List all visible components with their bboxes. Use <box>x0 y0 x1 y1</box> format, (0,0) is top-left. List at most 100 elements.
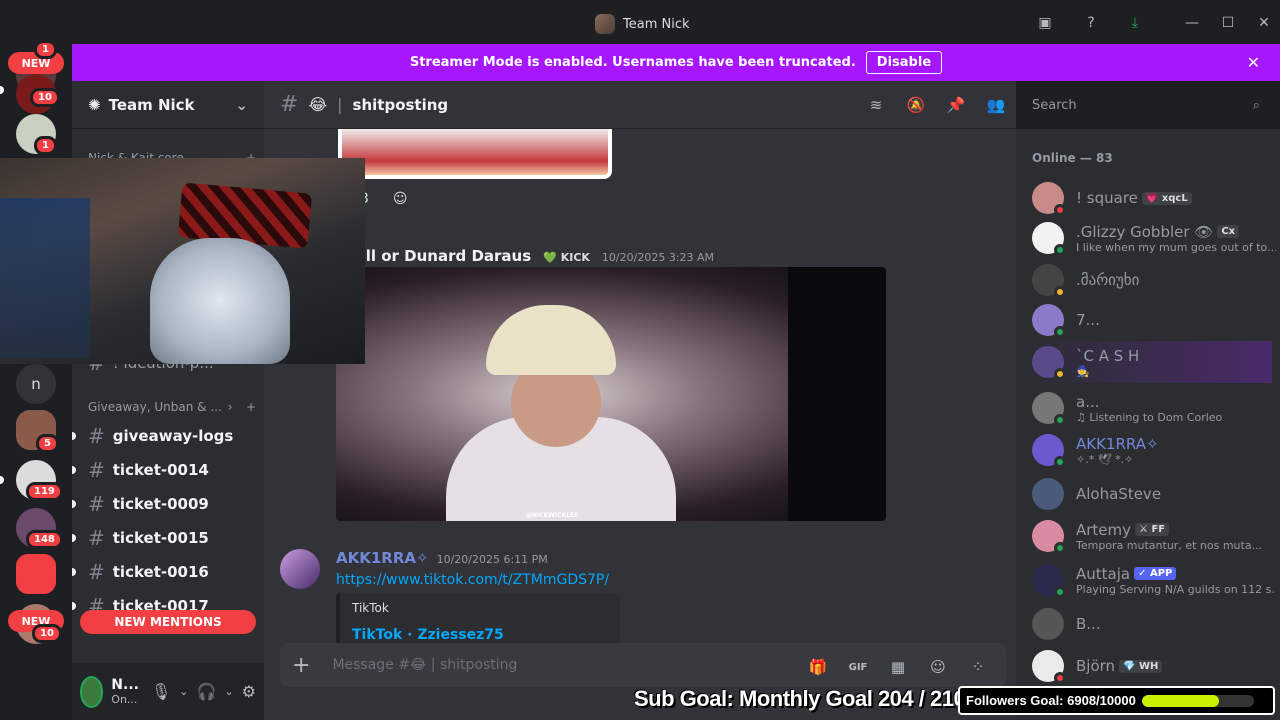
gift-icon[interactable]: 🎁 <box>808 658 828 676</box>
maximize-icon[interactable]: ☐ <box>1218 14 1238 32</box>
kick-tag: 💚 KICK <box>543 251 590 264</box>
member-item[interactable]: `C A S H 🧙 <box>1024 341 1272 383</box>
member-item[interactable]: Artemy ⚔ FF Tempora mutantur, et nos muta.… <box>1024 515 1272 557</box>
emoji-icon[interactable]: ☺ <box>928 658 948 676</box>
sub-goal-overlay: Sub Goal: Monthly Goal 204 / 210 <box>634 686 966 711</box>
member-item[interactable]: .მარიუხი <box>1024 259 1272 301</box>
channel-item-giveaway-logs[interactable]: # giveaway-logs <box>72 420 256 452</box>
server-icon-initial[interactable]: n <box>16 364 56 404</box>
reaction-bar[interactable]: 3 ☺ <box>360 191 408 207</box>
avatar[interactable] <box>1032 564 1066 598</box>
settings-gear-icon[interactable]: ⚙ <box>242 682 256 701</box>
avatar[interactable] <box>1032 608 1064 640</box>
member-name: Auttaja <box>1076 564 1131 583</box>
channel-item-ticket-0016[interactable]: # ticket-0016 <box>72 556 256 588</box>
avatar[interactable] <box>1032 392 1066 426</box>
microphone-icon[interactable]: 🎙 <box>151 682 171 701</box>
threads-icon[interactable]: ≋ <box>866 96 886 114</box>
disable-streamer-button[interactable]: Disable <box>865 51 943 74</box>
gif-icon[interactable]: GIF <box>848 658 868 676</box>
message-header: chell or Dunard Daraus 💚 KICK 10/20/2025… <box>336 247 714 265</box>
help-icon[interactable]: ? <box>1081 14 1101 32</box>
server-icon[interactable] <box>16 554 56 594</box>
user-avatar[interactable] <box>80 675 104 708</box>
new-mentions-pill[interactable]: NEW MENTIONS <box>80 610 256 634</box>
member-item[interactable]: .Glizzy Gobbler 👁 Cx I like when my mum go… <box>1024 217 1276 259</box>
message-timestamp: 10/20/2025 6:11 PM <box>436 553 548 566</box>
close-window-icon[interactable]: ✕ <box>1254 14 1274 32</box>
embed-provider: TikTok <box>352 601 389 615</box>
notifications-muted-icon[interactable]: 🔕 <box>906 96 926 114</box>
search-input[interactable]: Search ⌕ <box>1024 90 1268 120</box>
minimize-icon[interactable]: — <box>1182 14 1202 32</box>
message-author[interactable]: chell or Dunard Daraus <box>336 247 531 265</box>
member-item[interactable]: a... ♫ Listening to Dom Corleo <box>1024 387 1272 429</box>
status-indicator-icon <box>1054 542 1066 554</box>
channel-item-ticket-0009[interactable]: # ticket-0009 <box>72 488 256 520</box>
member-item[interactable]: Björn 💎 WH <box>1024 645 1272 687</box>
window-title: Team Nick <box>595 14 690 34</box>
channel-header: # 😂 | shitposting <box>264 81 1016 129</box>
embed-title[interactable]: TikTok · Zziessez75 <box>352 627 608 643</box>
avatar[interactable] <box>1032 520 1066 554</box>
member-item[interactable]: AKK1RRA✧ ✧.* 🕊 *.✧ <box>1024 429 1272 471</box>
status-indicator-icon <box>1054 244 1066 256</box>
avatar[interactable] <box>1032 346 1066 380</box>
avatar[interactable] <box>1032 222 1066 256</box>
chevron-down-icon[interactable]: ⌄ <box>179 685 188 698</box>
image-attachment[interactable] <box>338 129 612 179</box>
user-status: On... <box>111 693 138 706</box>
channel-item-ticket-0014[interactable]: # ticket-0014 <box>72 454 256 486</box>
category-header[interactable]: Giveaway, Unban & ... › + <box>88 400 256 414</box>
member-name: Artemy <box>1076 520 1132 539</box>
avatar[interactable] <box>1032 264 1066 298</box>
unread-badge: 10 <box>32 624 62 643</box>
unread-badge: 1 <box>34 40 57 59</box>
avatar[interactable] <box>1032 434 1066 468</box>
member-tag: 💎 WH <box>1119 659 1163 673</box>
unread-badge: 148 <box>26 530 63 549</box>
channel-emoji: 😂 <box>308 95 328 114</box>
member-list-icon[interactable]: 👥 <box>986 96 1006 114</box>
avatar[interactable] <box>280 549 320 589</box>
avatar[interactable] <box>1032 304 1066 338</box>
message-timestamp: 10/20/2025 3:23 AM <box>601 251 715 264</box>
member-tag: 💗 xqcL <box>1141 191 1192 205</box>
member-name: Björn <box>1076 657 1116 675</box>
member-item[interactable]: B... <box>1024 603 1272 645</box>
member-name: ! square <box>1076 189 1138 207</box>
avatar[interactable] <box>1032 182 1066 216</box>
status-indicator-icon <box>1054 586 1066 598</box>
message-author[interactable]: AKK1RRA✧ <box>336 549 429 567</box>
avatar[interactable] <box>1032 478 1064 510</box>
chevron-down-icon[interactable]: ⌄ <box>224 685 233 698</box>
member-item[interactable]: AlohaSteve <box>1024 473 1272 515</box>
member-item[interactable]: 7... <box>1024 299 1272 341</box>
boost-icon: ✺ <box>88 95 101 114</box>
server-header[interactable]: ✺ Team Nick ⌄ <box>72 81 264 129</box>
message-header: AKK1RRA✧ 10/20/2025 6:11 PM <box>336 549 548 567</box>
channel-item-ticket-0015[interactable]: # ticket-0015 <box>72 522 256 554</box>
download-icon[interactable]: ⤓ <box>1125 14 1145 32</box>
member-tag: ⚔ FF <box>1135 523 1170 536</box>
channel-name: shitposting <box>352 95 449 114</box>
unread-indicator <box>0 86 4 94</box>
member-item[interactable]: Auttaja ✓ APP Playing Serving N/A guilds o… <box>1024 559 1276 601</box>
member-name: 7... <box>1076 311 1100 329</box>
headphones-icon[interactable]: 🎧 <box>197 682 217 701</box>
add-reaction-icon[interactable]: ☺ <box>393 191 408 207</box>
member-activity: Playing Serving N/A guilds on 112 s... <box>1076 582 1276 596</box>
member-activity: ♫ Listening to Dom Corleo <box>1076 410 1223 424</box>
unread-badge: 5 <box>36 434 59 453</box>
add-channel-icon[interactable]: + <box>246 400 256 414</box>
upload-plus-icon[interactable]: + <box>292 653 310 678</box>
message-link[interactable]: https://www.tiktok.com/t/ZTMmGDS7P/ <box>336 572 609 588</box>
close-banner-icon[interactable]: ✕ <box>1247 53 1260 72</box>
video-attachment[interactable]: @NICKWICKLEE <box>336 267 886 521</box>
pin-icon[interactable]: 📌 <box>946 96 966 114</box>
sticker-icon[interactable]: ▦ <box>888 658 908 676</box>
member-item[interactable]: ! square 💗 xqcL <box>1024 177 1272 219</box>
apps-icon[interactable]: ⁘ <box>968 658 988 676</box>
inbox-icon[interactable]: ▣ <box>1035 14 1055 32</box>
avatar[interactable] <box>1032 650 1066 684</box>
